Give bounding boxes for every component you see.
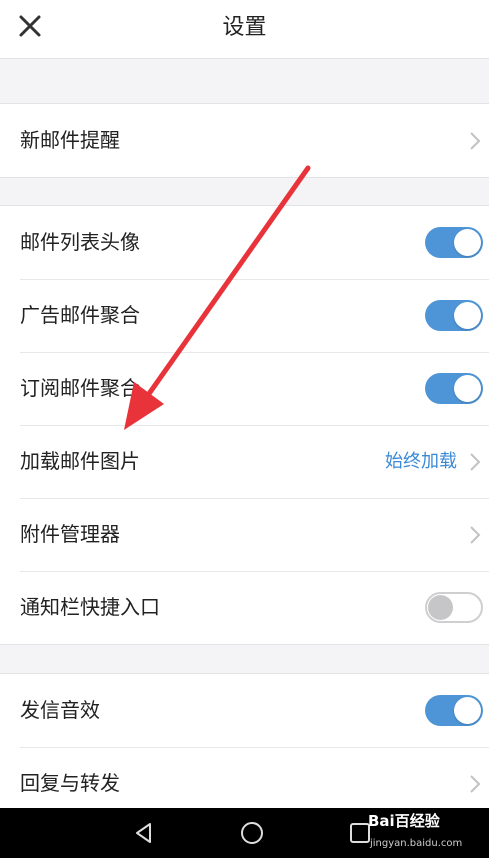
settings-row-ad-aggregation: 广告邮件聚合 [0,279,489,352]
home-icon[interactable] [240,821,264,845]
settings-row-send-sound: 发信音效 [0,674,489,747]
ad-aggregation-toggle[interactable] [425,300,483,331]
row-label: 发信音效 [20,698,100,722]
row-label: 订阅邮件聚合 [20,376,140,400]
list-avatar-toggle[interactable] [425,227,483,258]
row-label: 广告邮件聚合 [20,303,140,327]
chevron-right-icon [470,453,481,471]
chevron-right-icon [470,132,481,150]
subscription-aggregation-toggle[interactable] [425,373,483,404]
settings-group-notifications: 新邮件提醒 [0,103,489,178]
chevron-right-icon [470,526,481,544]
watermark-url: jingyan.baidu.com [370,838,463,849]
send-sound-toggle[interactable] [425,695,483,726]
watermark-brand: Bai百经验 [368,812,440,830]
toggle-knob [454,302,481,329]
toggle-knob [454,229,481,256]
settings-row-notification-shortcut: 通知栏快捷入口 [0,571,489,644]
back-icon[interactable] [132,821,156,845]
settings-row-attachment-manager[interactable]: 附件管理器 [0,498,489,571]
settings-group-display: 邮件列表头像 广告邮件聚合 订阅邮件聚合 加载邮件图片 始终加载 附件管理器 通… [0,205,489,645]
toggle-knob [454,375,481,402]
page-title: 设置 [222,15,267,40]
notification-shortcut-toggle[interactable] [425,592,483,623]
settings-row-subscription-aggregation: 订阅邮件聚合 [0,352,489,425]
row-label: 附件管理器 [20,522,120,546]
header: 设置 [0,0,489,59]
settings-row-load-images[interactable]: 加载邮件图片 始终加载 [0,425,489,498]
row-label: 新邮件提醒 [20,128,120,152]
toggle-knob [454,697,481,724]
row-label: 邮件列表头像 [20,230,140,254]
chevron-right-icon [470,775,481,793]
row-value: 始终加载 [385,451,457,472]
toggle-knob [428,595,453,620]
row-label: 通知栏快捷入口 [20,595,160,619]
settings-row-new-mail-alert[interactable]: 新邮件提醒 [0,104,489,177]
settings-row-list-avatar: 邮件列表头像 [0,206,489,279]
row-label: 加载邮件图片 [20,449,140,473]
settings-group-sending: 发信音效 回复与转发 [0,673,489,821]
